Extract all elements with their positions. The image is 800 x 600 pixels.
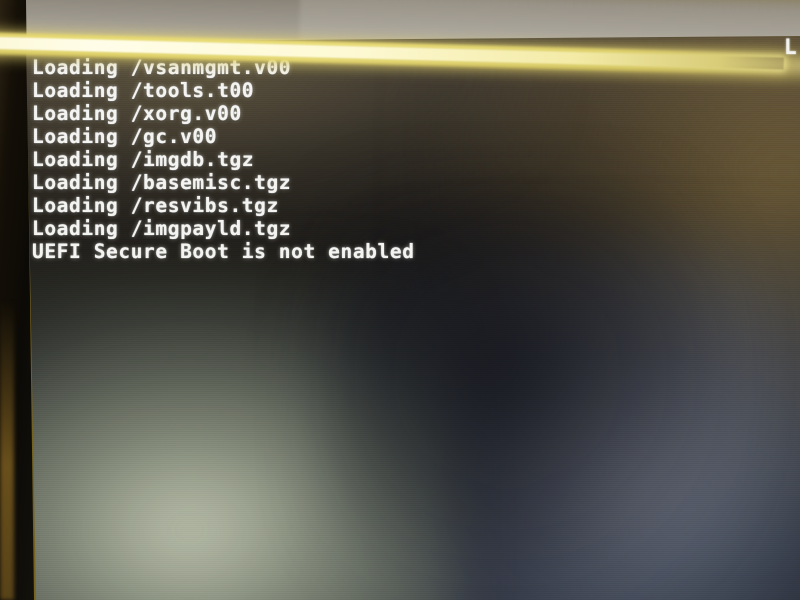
boot-console-text: Loading /vsanmgmt.v00 Loading /tools.t00… bbox=[32, 56, 752, 263]
console-line: Loading /vsanmgmt.v00 bbox=[32, 56, 292, 79]
console-line: Loading /basemisc.tgz bbox=[32, 171, 292, 194]
console-line: Loading /xorg.v00 bbox=[32, 102, 242, 125]
console-line: Loading /gc.v00 bbox=[32, 125, 218, 148]
screenshot-root: Loading /vsanmgmt.v00 Loading /tools.t00… bbox=[0, 0, 800, 600]
clipped-edge-glyph: L bbox=[784, 36, 797, 58]
console-line: Loading /imgpayld.tgz bbox=[32, 217, 292, 240]
console-line: Loading /imgdb.tgz bbox=[32, 148, 255, 171]
console-line: Loading /resvibs.tgz bbox=[32, 194, 279, 217]
console-line: Loading /tools.t00 bbox=[32, 79, 255, 102]
monitor-bezel-warm-edge bbox=[0, 300, 14, 600]
secure-boot-status-line: UEFI Secure Boot is not enabled bbox=[32, 240, 415, 263]
monitor-screen: Loading /vsanmgmt.v00 Loading /tools.t00… bbox=[26, 36, 800, 600]
